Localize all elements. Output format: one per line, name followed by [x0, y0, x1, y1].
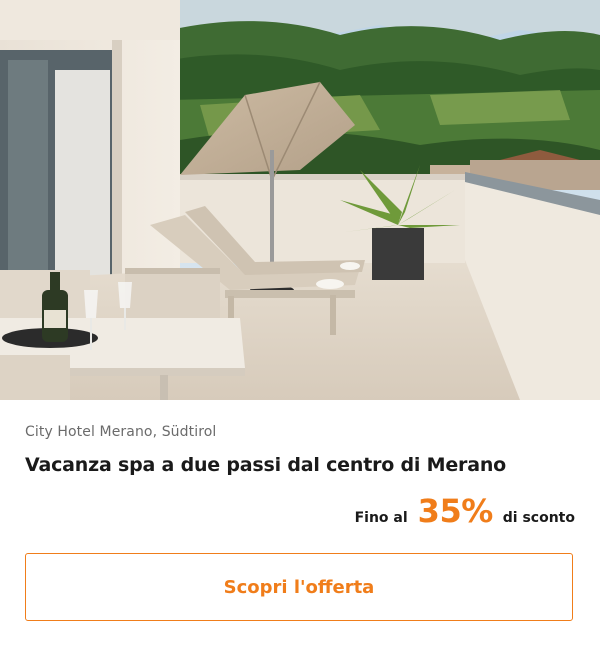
hotel-location: City Hotel Merano, Südtirol — [25, 424, 217, 440]
hotel-terrace-photo — [0, 0, 600, 400]
discover-offer-button[interactable]: Scopri l'offerta — [25, 553, 573, 621]
discount-prefix: Fino al — [354, 510, 408, 526]
discount-suffix: di sconto — [502, 510, 575, 526]
offer-card[interactable]: City Hotel Merano, Südtirol Vacanza spa … — [0, 0, 600, 648]
discount-value: 35% — [417, 492, 494, 530]
offer-title: Vacanza spa a due passi dal centro di Me… — [25, 454, 507, 476]
discount-badge: Fino al 35% di sconto — [355, 492, 575, 532]
